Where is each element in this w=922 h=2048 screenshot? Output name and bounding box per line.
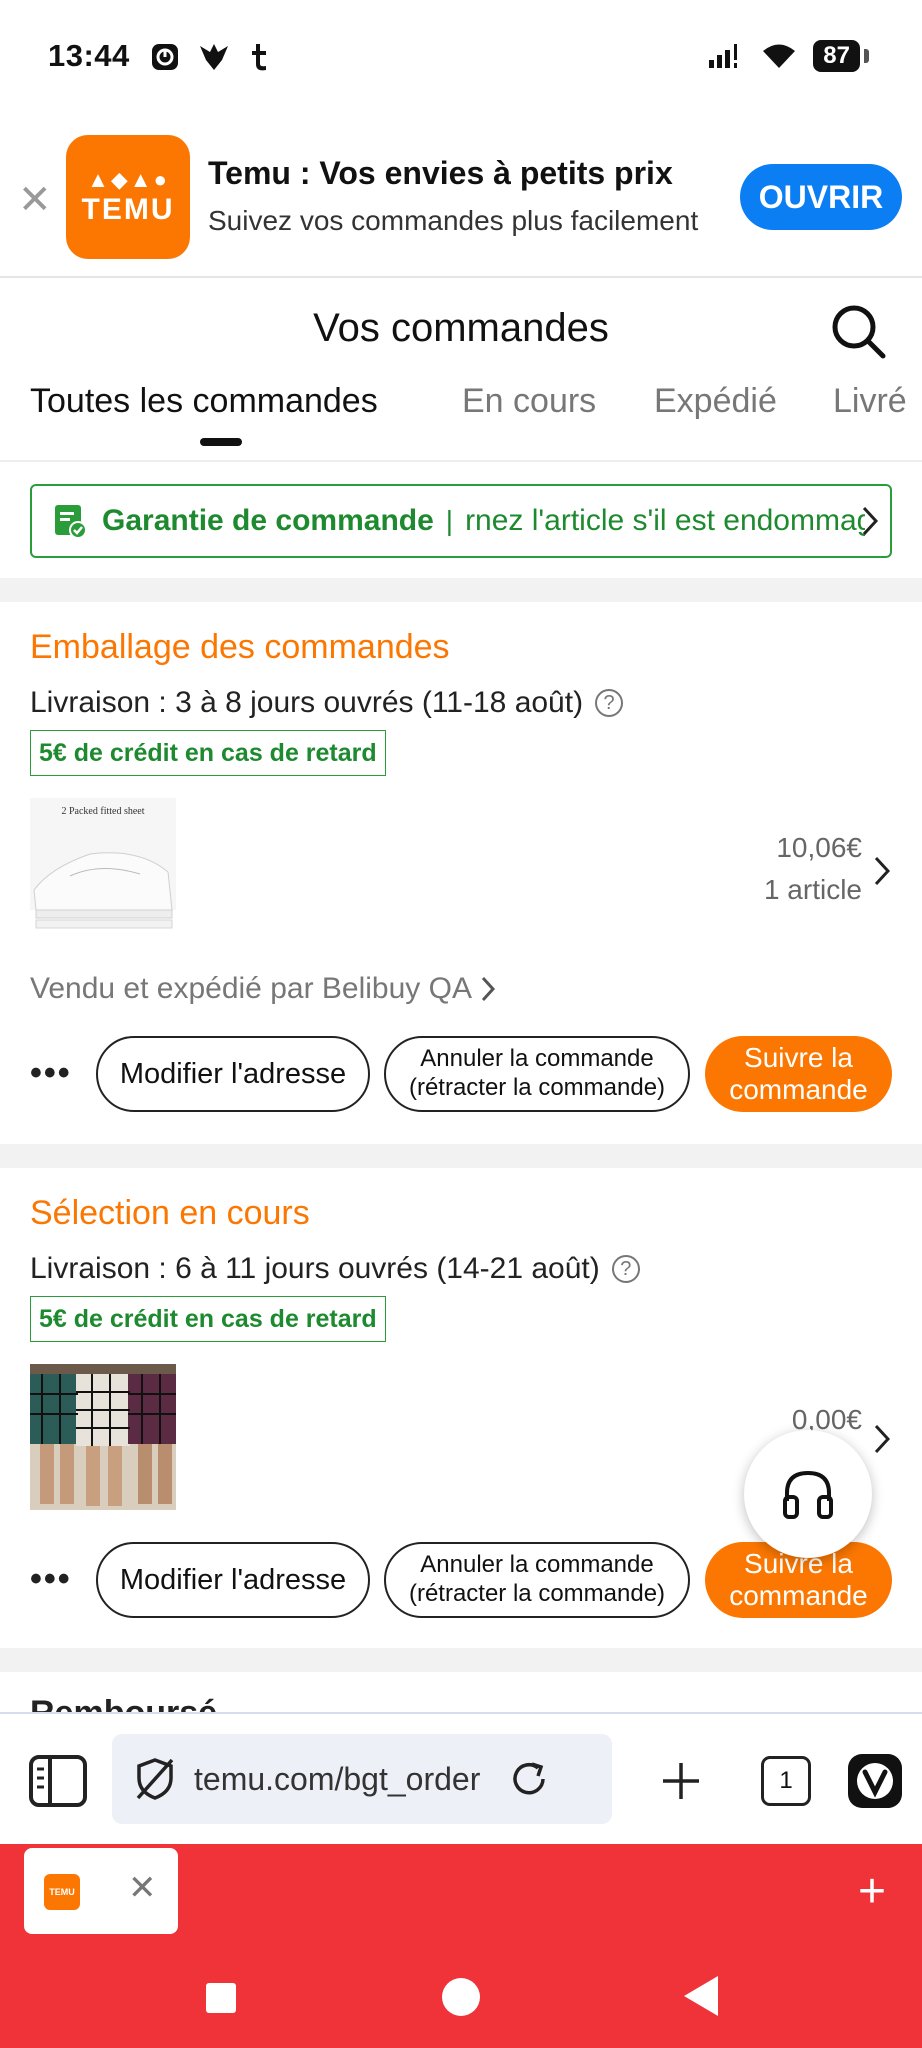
order-status: Emballage des commandes [30,628,450,666]
headset-icon [783,1470,833,1519]
product-thumbnail[interactable] [30,1364,176,1510]
app-update-icon [152,44,178,70]
banner-title: Temu : Vos envies à petits prix [208,155,673,191]
item-count: 1 article [763,874,862,905]
close-tab-icon[interactable]: ✕ [128,1868,157,1908]
section-divider [0,1144,922,1168]
tab-favicon: TEMU [44,1874,80,1910]
tab-delivered[interactable]: Livré [833,382,907,421]
order-card: Emballage des commandes Livraison : 3 à … [0,602,922,1144]
browser-toolbar: temu.com/bgt_order 1 [0,1712,922,1844]
section-divider [0,1648,922,1672]
next-order-status-peek: Remboursé [30,1694,218,1714]
customer-support-button[interactable] [744,1430,872,1558]
chevron-right-icon [481,976,496,1002]
tumblr-icon [252,44,266,71]
delivery-estimate: Livraison : 6 à 11 jours ouvrés (14-21 a… [30,1252,640,1286]
guarantee-title: Garantie de commande [102,504,434,537]
new-tab-icon[interactable] [660,1760,702,1802]
help-icon[interactable]: ? [595,689,624,717]
tab-count-button[interactable]: 1 [761,1756,811,1806]
status-time: 13:44 [48,38,130,73]
back-button[interactable] [684,1976,718,2016]
tab-shipped[interactable]: Expédié [654,382,777,421]
plaid-shorts-image [30,1364,176,1510]
status-right-icons: 87 [707,40,869,72]
address-bar[interactable]: temu.com/bgt_order [112,1734,612,1824]
tab-all-orders[interactable]: Toutes les commandes [30,382,378,421]
close-icon[interactable]: ✕ [18,180,52,220]
product-thumbnail[interactable]: 2 Packed fitted sheet [30,798,176,944]
help-icon[interactable]: ? [611,1255,640,1283]
cancel-order-button[interactable]: Annuler la commande (rétracter la comman… [384,1036,690,1112]
more-options-button[interactable]: ••• [30,1560,72,1599]
panel-toggle-icon[interactable] [28,1754,88,1808]
shield-check-icon [55,505,87,539]
fitted-sheet-image [30,798,176,944]
seller-link[interactable]: Vendu et expédié par Belibuy QA [30,972,496,1006]
seller-text: Vendu et expédié par Belibuy QA [30,972,472,1005]
reload-icon[interactable] [508,1758,550,1800]
delivery-estimate: Livraison : 3 à 8 jours ouvrés (11-18 ao… [30,686,624,720]
open-tab[interactable]: TEMU ✕ [24,1848,178,1934]
tab-strip: TEMU ✕ + [0,1844,922,2048]
guarantee-separator: | [445,505,454,536]
status-left-icons [150,42,270,72]
search-icon[interactable] [830,303,888,361]
order-price: 10,06€ [776,832,862,863]
battery-icon: 87 [813,40,869,72]
delivery-text: Livraison : 6 à 11 jours ouvrés (14-21 a… [30,1252,600,1285]
chevron-right-icon[interactable] [872,1422,892,1456]
open-app-button[interactable]: OUVRIR [740,164,902,230]
order-guarantee-banner[interactable]: Garantie de commande | rnez l'article s'… [30,484,892,558]
temu-logo: ▲◆▲● TEMU [66,135,190,259]
chevron-right-icon [862,506,879,536]
temu-logo-word: TEMU [81,193,175,226]
late-credit-badge: 5€ de crédit en cas de retard [30,730,386,776]
page-title: Vos commandes [313,306,609,350]
shield-off-icon [136,1758,174,1800]
wifi-icon [763,44,796,68]
track-order-button[interactable]: Suivre la commande [705,1036,892,1112]
active-tab-indicator [200,438,242,446]
section-divider [0,578,922,602]
late-credit-badge: 5€ de crédit en cas de retard [30,1296,386,1342]
order-card: Sélection en cours Livraison : 6 à 11 jo… [0,1168,922,1648]
guarantee-scrolling-text: rnez l'article s'il est endommagé [465,504,866,537]
add-tab-icon[interactable]: + [858,1864,886,1919]
modify-address-button[interactable]: Modifier l'adresse [96,1036,370,1112]
tab-in-progress[interactable]: En cours [462,382,596,421]
temu-logo-glyphs: ▲◆▲● [87,167,169,192]
app-install-banner: ✕ ▲◆▲● TEMU Temu : Vos envies à petits p… [0,120,922,278]
order-tabs: Toutes les commandes En cours Expédié Li… [0,382,922,462]
more-options-button[interactable]: ••• [30,1054,72,1093]
modify-address-button[interactable]: Modifier l'adresse [96,1542,370,1618]
thumbnail-caption: 2 Packed fitted sheet [61,806,145,817]
bird-icon [200,44,228,70]
delivery-text: Livraison : 3 à 8 jours ouvrés (11-18 ao… [30,686,584,719]
url-text: temu.com/bgt_order [194,1760,481,1797]
order-status: Sélection en cours [30,1194,310,1232]
vivaldi-menu-icon[interactable] [848,1754,902,1808]
banner-subtitle: Suivez vos commandes plus facilement [208,205,699,236]
cancel-order-button[interactable]: Annuler la commande (rétracter la comman… [384,1542,690,1618]
chevron-right-icon[interactable] [872,854,892,888]
recents-button[interactable] [206,1983,236,2013]
home-button[interactable] [442,1978,480,2016]
signal-icon [709,44,738,68]
